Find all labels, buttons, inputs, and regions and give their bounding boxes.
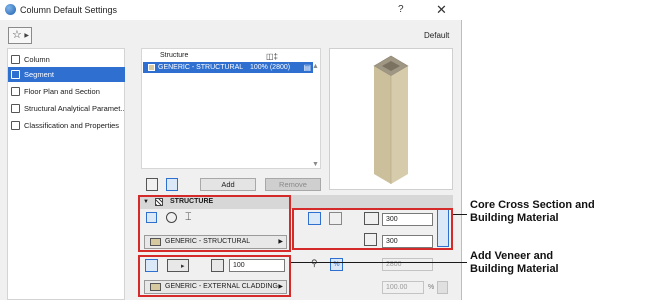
- nav-item-label: Floor Plan and Section: [24, 87, 100, 96]
- structure-row-name: GENERIC - STRUCTURAL: [158, 64, 244, 71]
- core-callout-line2: Building Material: [470, 212, 559, 224]
- structure-row[interactable]: GENERIC - STRUCTURAL 100% (2800) ▤: [143, 62, 313, 73]
- nav-item-floor-plan-and-section[interactable]: Floor Plan and Section: [8, 84, 125, 99]
- veneer-callout-line1: Add Veneer and: [470, 250, 554, 262]
- percent-input[interactable]: 100.00: [382, 281, 424, 294]
- height-input[interactable]: 2800: [382, 258, 433, 271]
- veneer-callout-text: Add Veneer and Building Material: [470, 250, 559, 276]
- column-preview-graphic: [373, 55, 409, 184]
- title-bar: Column Default Settings ? ✕: [0, 0, 462, 20]
- nav-item-structural-analytical[interactable]: Structural Analytical Paramet...: [8, 101, 125, 116]
- veneer-callout-line: [291, 262, 467, 263]
- star-icon: ☆: [12, 29, 22, 41]
- preset-label: Default: [424, 31, 450, 40]
- structural-analytical-icon: [11, 104, 20, 113]
- remove-button[interactable]: Remove: [265, 178, 321, 191]
- core-callout-line: [453, 214, 467, 215]
- nav-item-label: Column: [24, 55, 50, 64]
- chevron-right-icon: ▶: [24, 33, 29, 39]
- scroll-up-icon[interactable]: ▲: [312, 63, 319, 70]
- favorites-button[interactable]: ☆ ▶: [8, 27, 32, 44]
- structure-list-scrollbar[interactable]: ▲ ▼: [310, 49, 320, 169]
- core-annotation-box: [138, 195, 291, 252]
- structure-row-value: 100% (2800): [250, 64, 291, 71]
- fraction-column-icon: ◫‡: [266, 52, 279, 61]
- column-3d-preview[interactable]: [329, 48, 453, 190]
- nav-item-label: Structural Analytical Paramet...: [24, 104, 125, 113]
- nav-item-column[interactable]: Column: [8, 52, 125, 67]
- window-title: Column Default Settings: [20, 5, 118, 15]
- add-button[interactable]: Add: [200, 178, 256, 191]
- column-default-settings-dialog: Column Default Settings ? ✕ ☆ ▶ Default …: [0, 0, 462, 300]
- percent-stepper[interactable]: [437, 281, 448, 294]
- help-button[interactable]: ?: [398, 4, 404, 15]
- nav-item-classification-and-properties[interactable]: Classification and Properties: [8, 118, 125, 133]
- column-icon: [11, 55, 20, 64]
- structure-list-header: Structure ◫‡: [142, 51, 320, 62]
- structure-list: Structure ◫‡ GENERIC - STRUCTURAL 100% (…: [141, 48, 321, 169]
- dimensions-annotation-box: [292, 208, 453, 250]
- height-icon: ⚲: [311, 258, 318, 268]
- close-button[interactable]: ✕: [436, 2, 447, 18]
- nav-item-segment[interactable]: Segment: [8, 67, 125, 82]
- settings-navigation: Column Segment Floor Plan and Section St…: [7, 48, 125, 300]
- veneer-callout-line2: Building Material: [470, 263, 559, 275]
- nav-item-label: Classification and Properties: [24, 121, 120, 130]
- segmented-column-mode-icon[interactable]: [166, 178, 178, 191]
- classification-icon: [11, 121, 20, 130]
- veneer-annotation-box: [138, 255, 291, 297]
- material-swatch-icon: [148, 64, 155, 71]
- basic-column-mode-icon[interactable]: [146, 178, 158, 191]
- segment-icon: [11, 70, 20, 79]
- core-callout-text: Core Cross Section and Building Material: [470, 199, 595, 225]
- scroll-down-icon[interactable]: ▼: [312, 161, 319, 168]
- archicad-app-icon: [5, 4, 16, 15]
- nav-item-label: Segment: [24, 70, 55, 79]
- core-callout-line1: Core Cross Section and: [470, 199, 595, 211]
- percent-unit: %: [428, 284, 435, 291]
- floor-plan-icon: [11, 87, 20, 96]
- structure-column-header: Structure: [160, 52, 189, 59]
- percent-toggle[interactable]: %: [330, 258, 343, 271]
